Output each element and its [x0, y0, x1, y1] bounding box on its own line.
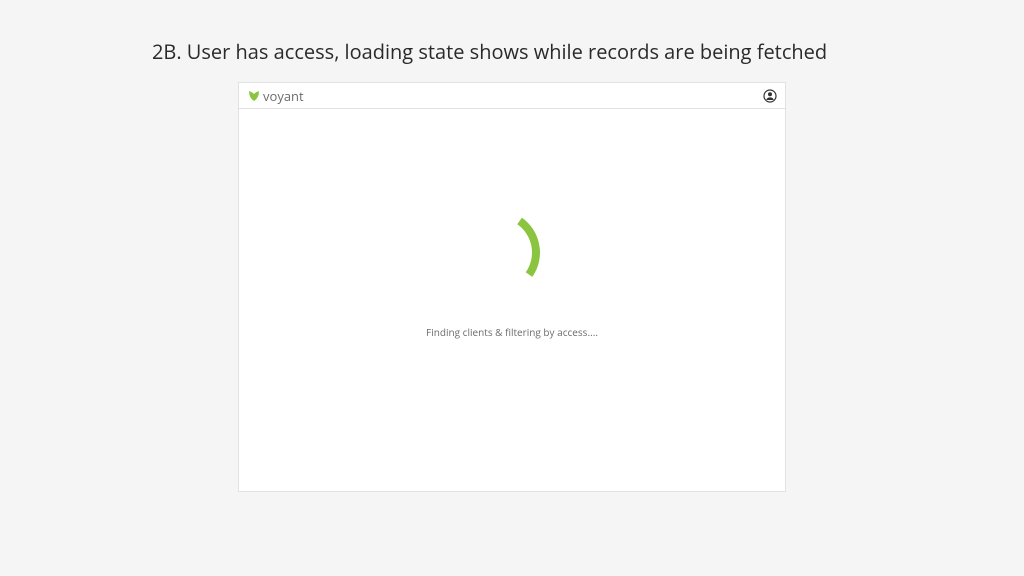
figure-caption: 2B. User has access, loading state shows…: [152, 38, 827, 65]
content-area: Finding clients & filtering by access...…: [239, 109, 785, 491]
app-window: voyant Finding clients & filtering by ac…: [238, 82, 786, 492]
brand[interactable]: voyant: [247, 87, 304, 105]
loading-message: Finding clients & filtering by access...…: [426, 325, 598, 339]
brand-logo-icon: [247, 89, 261, 103]
top-bar: voyant: [239, 83, 785, 109]
brand-name: voyant: [263, 87, 304, 105]
spinner-clip: [485, 207, 540, 297]
user-account-icon[interactable]: [763, 89, 777, 103]
loading-spinner-icon: [448, 203, 546, 301]
